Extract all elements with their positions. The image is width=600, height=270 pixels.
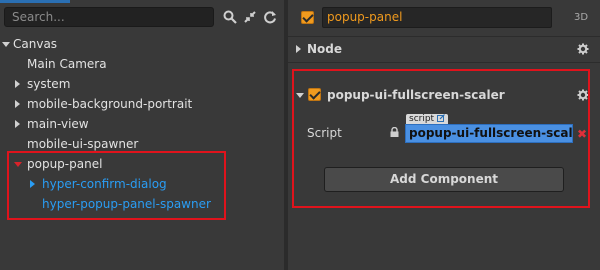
hierarchy-toolbar: Search... bbox=[4, 7, 284, 29]
node-active-checkbox[interactable] bbox=[301, 11, 314, 24]
tree-node-label: Canvas bbox=[13, 37, 58, 51]
search-input[interactable]: Search... bbox=[4, 7, 214, 27]
tree-node-label: system bbox=[27, 77, 71, 91]
highlight-box bbox=[7, 151, 226, 220]
section-title: Node bbox=[307, 42, 343, 56]
collapse-arrow-icon[interactable] bbox=[15, 100, 20, 108]
expand-arrow-icon[interactable] bbox=[2, 42, 10, 47]
highlight-box bbox=[292, 69, 590, 208]
3d-toggle[interactable]: 3D bbox=[574, 12, 588, 23]
node-section-header[interactable]: Node bbox=[288, 38, 600, 60]
collapse-all-icon[interactable] bbox=[242, 9, 258, 25]
collapse-arrow-icon[interactable] bbox=[296, 45, 301, 53]
collapse-arrow-icon[interactable] bbox=[15, 120, 20, 128]
tree-node-label: main-view bbox=[27, 117, 89, 131]
gear-icon[interactable] bbox=[577, 43, 589, 55]
refresh-icon[interactable] bbox=[262, 9, 278, 25]
divider bbox=[288, 36, 600, 37]
active-tab-indicator bbox=[0, 0, 70, 3]
hierarchy-panel: Search... Canvas Main Camera system mobi… bbox=[0, 0, 284, 270]
collapse-arrow-icon[interactable] bbox=[15, 80, 20, 88]
inspector-panel: popup-panel 3D Node popup-ui-fullscreen-… bbox=[288, 0, 600, 270]
node-name-input[interactable]: popup-panel bbox=[322, 7, 552, 28]
tree-node-label: Main Camera bbox=[27, 57, 107, 71]
search-icon[interactable] bbox=[222, 9, 238, 25]
tree-node-label: mobile-background-portrait bbox=[27, 97, 193, 111]
divider bbox=[288, 62, 600, 63]
